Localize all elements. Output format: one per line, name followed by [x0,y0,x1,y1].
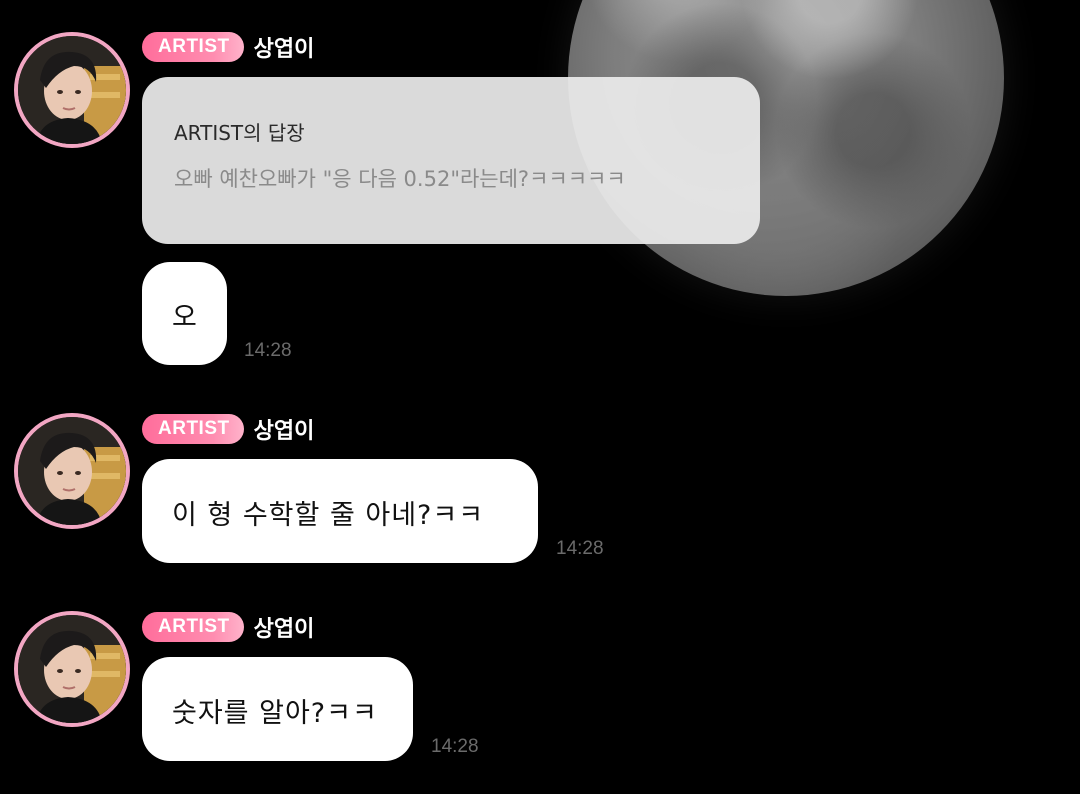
sender-row: ARTIST 상엽이 [142,412,314,446]
message-bubble[interactable]: 숫자를 알아?ㅋㅋ [142,657,413,761]
avatar[interactable] [14,32,130,148]
avatar-photo [18,417,126,525]
avatar-photo [18,615,126,723]
message-timestamp: 14:28 [556,538,604,559]
artist-badge: ARTIST [142,414,244,444]
sender-name: 상엽이 [253,37,315,62]
message-text: 숫자를 알아?ㅋㅋ [172,698,378,729]
message-timestamp: 14:28 [431,736,479,757]
artist-badge: ARTIST [142,32,244,62]
avatar[interactable] [14,611,130,727]
sender-row: ARTIST 상엽이 [142,30,314,64]
avatar-photo [18,36,126,144]
reply-quote-text: 오빠 예찬오빠가 "응 다음 0.52"라는데?ㅋㅋㅋㅋㅋ [174,167,626,191]
sender-name: 상엽이 [253,419,315,444]
message-timestamp: 14:28 [244,340,292,361]
reply-bubble[interactable]: ARTIST의 답장 오빠 예찬오빠가 "응 다음 0.52"라는데?ㅋㅋㅋㅋㅋ [142,77,760,244]
sender-row: ARTIST 상엽이 [142,610,314,644]
sender-name: 상엽이 [253,617,315,642]
message-text: 이 형 수학할 줄 아네?ㅋㅋ [172,500,485,531]
avatar[interactable] [14,413,130,529]
message-text: 오 [172,302,198,333]
message-bubble[interactable]: 오 [142,262,227,365]
message-bubble[interactable]: 이 형 수학할 줄 아네?ㅋㅋ [142,459,538,563]
reply-title: ARTIST의 답장 [174,121,305,145]
artist-badge: ARTIST [142,612,244,642]
